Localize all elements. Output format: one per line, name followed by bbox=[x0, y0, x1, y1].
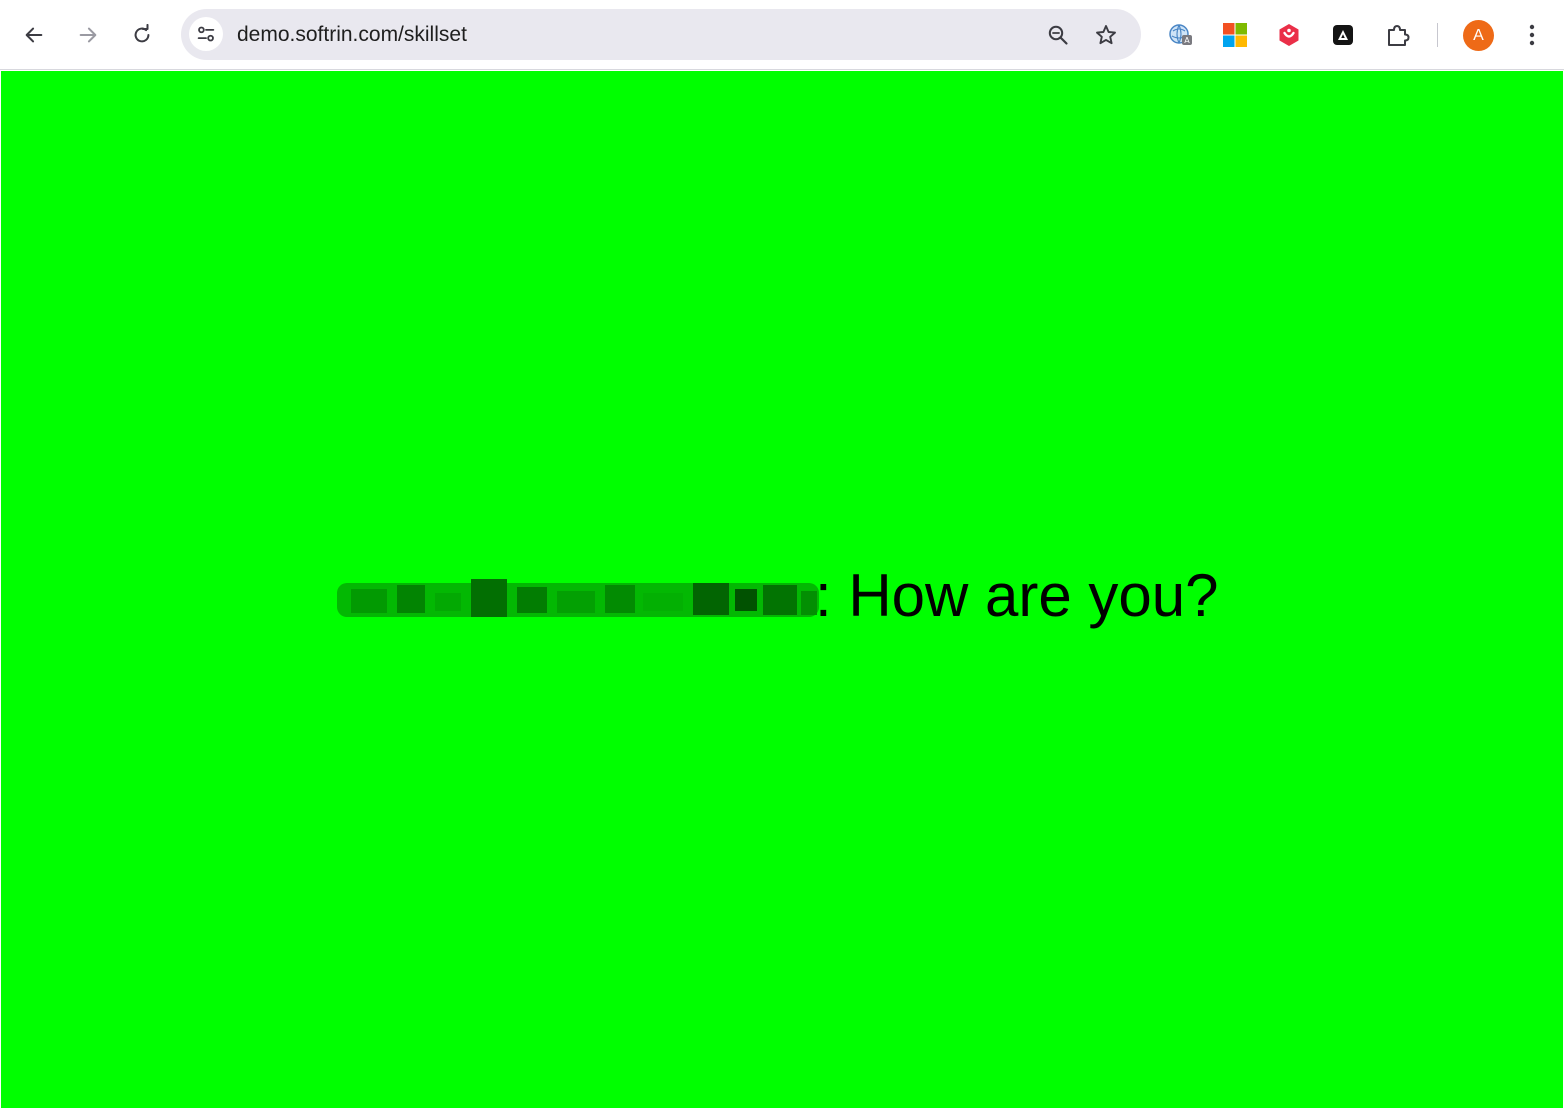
extensions-puzzle-icon bbox=[1388, 25, 1410, 46]
svg-text:A: A bbox=[1184, 36, 1190, 45]
profile-avatar[interactable]: A bbox=[1463, 20, 1494, 51]
toolbar-divider bbox=[1437, 23, 1438, 47]
greeting-text: : How are you? bbox=[815, 562, 1219, 629]
bookmark-button[interactable] bbox=[1092, 21, 1120, 49]
greeting-message: : How are you? bbox=[337, 561, 1219, 631]
address-bar[interactable]: demo.softrin.com/skillset bbox=[181, 9, 1141, 60]
url-text[interactable]: demo.softrin.com/skillset bbox=[237, 22, 467, 47]
more-menu-icon bbox=[1529, 24, 1535, 46]
translate-extension-button[interactable]: A bbox=[1166, 20, 1196, 50]
back-button[interactable] bbox=[16, 17, 52, 53]
redacted-name-blur bbox=[337, 575, 819, 625]
reload-button[interactable] bbox=[124, 17, 160, 53]
red-shield-extension-button[interactable] bbox=[1274, 20, 1304, 50]
reload-icon bbox=[134, 24, 150, 43]
site-info-icon bbox=[197, 26, 215, 42]
microsoft-extension-button[interactable] bbox=[1220, 20, 1250, 50]
zoom-button[interactable] bbox=[1044, 21, 1072, 49]
dark-a-extension-button[interactable] bbox=[1328, 20, 1358, 50]
more-menu-button[interactable] bbox=[1517, 20, 1547, 50]
page-viewport: : How are you? bbox=[1, 71, 1563, 1108]
red-shield-extension-icon bbox=[1279, 24, 1299, 46]
browser-window: demo.softrin.com/skillset A A: How are … bbox=[0, 0, 1564, 1108]
forward-button[interactable] bbox=[70, 17, 106, 53]
bookmark-star-icon bbox=[1096, 25, 1116, 45]
dark-a-extension-icon bbox=[1333, 25, 1353, 45]
zoom-icon bbox=[1048, 25, 1068, 45]
back-arrow-icon bbox=[25, 27, 43, 43]
browser-toolbar: demo.softrin.com/skillset A A bbox=[0, 0, 1564, 70]
microsoft-extension-icon bbox=[1223, 23, 1247, 47]
translate-extension-icon: A bbox=[1169, 24, 1192, 45]
site-info-button[interactable] bbox=[189, 17, 223, 51]
forward-arrow-icon bbox=[79, 27, 97, 43]
extensions-button[interactable] bbox=[1383, 20, 1413, 50]
